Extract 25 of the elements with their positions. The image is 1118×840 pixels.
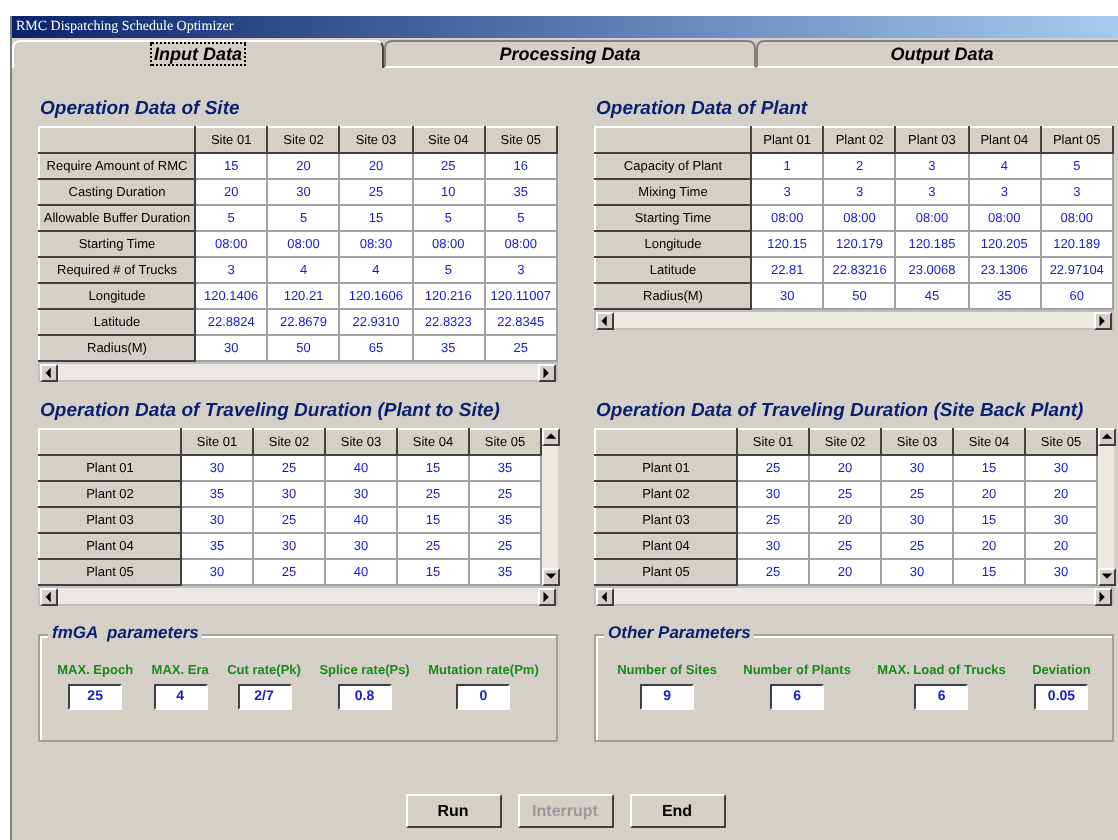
- horizontal-scrollbar[interactable]: [38, 586, 558, 606]
- scroll-arrow-icon[interactable]: [42, 589, 56, 603]
- action-button[interactable]: End: [629, 794, 725, 828]
- horizontal-scrollbar[interactable]: [594, 586, 1114, 606]
- horizontal-scrollbar[interactable]: [38, 362, 558, 382]
- horizontal-scrollbar[interactable]: [594, 310, 1114, 330]
- group-title: Other Parameters: [604, 622, 755, 642]
- tab[interactable]: Input Data: [12, 40, 384, 68]
- action-button[interactable]: Run: [405, 794, 501, 828]
- group-title: fmGA parameters: [48, 622, 203, 642]
- section-title: Operation Data of Plant: [596, 96, 810, 122]
- vertical-scrollbar[interactable]: [1098, 428, 1114, 586]
- scroll-arrow-icon[interactable]: [42, 365, 56, 379]
- scroll-arrow-icon[interactable]: [1100, 430, 1114, 444]
- scroll-arrow-icon[interactable]: [540, 365, 554, 379]
- section-title: Operation Data of Site: [40, 96, 242, 122]
- scroll-arrow-icon[interactable]: [1096, 313, 1110, 327]
- tab[interactable]: Processing Data: [384, 40, 756, 68]
- vertical-scrollbar[interactable]: [542, 428, 558, 586]
- scroll-arrow-icon[interactable]: [598, 589, 612, 603]
- tab[interactable]: Output Data: [756, 40, 1118, 68]
- section-title: Operation Data of Traveling Duration (Plant to Site): [40, 398, 502, 424]
- scroll-arrow-icon[interactable]: [544, 430, 558, 444]
- section-title: Operation Data of Traveling Duration (Site Back Plant): [596, 398, 1086, 424]
- scroll-arrow-icon[interactable]: [598, 313, 612, 327]
